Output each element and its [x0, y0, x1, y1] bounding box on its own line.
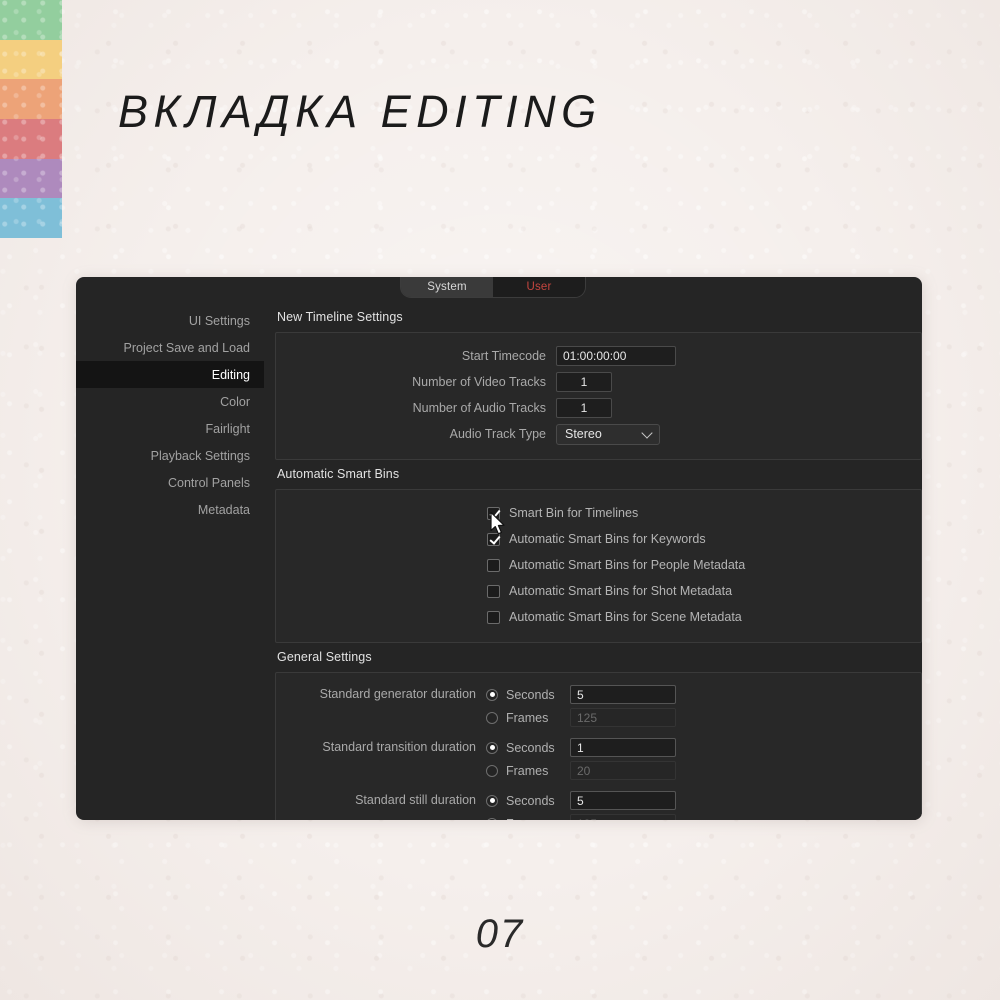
checkbox-unchecked-icon[interactable] [487, 584, 500, 598]
radio-frames-icon[interactable] [486, 711, 498, 724]
smart-bin-label: Smart Bin for Timelines [509, 506, 639, 520]
panel-general-settings: Standard generator duration Seconds 5 Frame… [275, 672, 922, 820]
row-video-tracks: Number of Video Tracks 1 [276, 369, 921, 395]
sidebar-item-ui-settings[interactable]: UI Settings [76, 307, 264, 334]
preferences-dialog: System User UI Settings Project Save and L… [76, 277, 922, 820]
rainbow-stripe-5 [0, 198, 62, 238]
smart-bin-label: Automatic Smart Bins for People Metadata [509, 558, 746, 572]
rainbow-corner-decoration [0, 0, 62, 238]
radio-seconds-selected-icon[interactable] [486, 794, 498, 807]
rainbow-stripe-0 [0, 0, 62, 40]
duration-label: Standard transition duration [322, 740, 476, 754]
sidebar-item-color[interactable]: Color [76, 388, 264, 415]
rainbow-stripe-1 [0, 39, 62, 80]
label-audio-tracks: Number of Audio Tracks [412, 401, 546, 415]
sidebar-item-fairlight[interactable]: Fairlight [76, 415, 264, 442]
duration-options: Seconds 1 Frames 20 [486, 736, 676, 782]
duration-group-2: Standard still duration Seconds 5 Frames125 [276, 789, 921, 820]
duration-option-seconds[interactable]: Seconds 5 [486, 683, 676, 706]
radio-label-frames: Frames [506, 763, 549, 778]
audio-tracks-input[interactable]: 1 [556, 398, 612, 418]
sidebar-item-label: Control Panels [168, 475, 250, 490]
checkbox-unchecked-icon[interactable] [487, 558, 500, 572]
checkbox-checked-icon[interactable] [487, 532, 500, 546]
sidebar-item-label: Editing [211, 367, 250, 382]
label-audio-track-type: Audio Track Type [449, 427, 546, 441]
duration-value-frames-input[interactable]: 20 [570, 761, 676, 780]
duration-value-frames-input[interactable]: 125 [570, 708, 676, 727]
label-video-tracks: Number of Video Tracks [412, 375, 546, 389]
duration-group-1: Standard transition duration Seconds 1 Fram… [276, 736, 921, 782]
sidebar-item-project-save-and-load[interactable]: Project Save and Load [76, 334, 264, 361]
smart-bin-row-1[interactable]: Automatic Smart Bins for Keywords [276, 526, 921, 552]
sidebar-item-label: Metadata [197, 502, 250, 517]
radio-seconds-selected-icon[interactable] [486, 688, 498, 701]
duration-option-frames[interactable]: Frames 20 [486, 759, 676, 782]
checkbox-checked-icon[interactable] [487, 506, 500, 520]
radio-frames-icon[interactable] [486, 817, 498, 820]
rainbow-stripe-4 [0, 158, 62, 199]
duration-value-seconds-input[interactable]: 5 [570, 791, 676, 810]
sidebar-item-editing[interactable]: Editing [76, 361, 264, 388]
smart-bin-label: Automatic Smart Bins for Shot Metadata [509, 584, 733, 598]
panel-smart-bins: Smart Bin for Timelines Automatic Smart B… [275, 489, 922, 643]
duration-label: Standard generator duration [319, 687, 476, 701]
radio-label-seconds: Seconds [506, 687, 555, 702]
sidebar-item-label: Color [220, 394, 250, 409]
section-header-smart-bins: Automatic Smart Bins [277, 467, 400, 481]
sidebar-item-label: Playback Settings [150, 448, 250, 463]
radio-label-seconds: Seconds [506, 793, 555, 808]
duration-option-frames[interactable]: Frames125 [486, 812, 676, 820]
radio-frames-icon[interactable] [486, 764, 498, 777]
tab-system[interactable]: System [401, 277, 493, 297]
rainbow-stripe-2 [0, 79, 62, 119]
row-audio-tracks: Number of Audio Tracks 1 [276, 395, 921, 421]
smart-bin-row-2[interactable]: Automatic Smart Bins for People Metadata [276, 552, 921, 578]
sidebar-item-label: Project Save and Load [123, 340, 250, 355]
smart-bin-label: Automatic Smart Bins for Keywords [509, 532, 706, 546]
duration-value-seconds-input[interactable]: 5 [570, 685, 676, 704]
row-start-timecode: Start Timecode 01:00:00:00 [276, 343, 921, 369]
duration-group-0: Standard generator duration Seconds 5 Frame… [276, 683, 921, 729]
radio-label-frames: Frames [506, 817, 570, 821]
page-title: ВКЛАДКА EDITING [118, 86, 602, 137]
duration-label: Standard still duration [355, 793, 476, 807]
sidebar-item-label: Fairlight [205, 421, 250, 436]
duration-value-seconds-input[interactable]: 1 [570, 738, 676, 757]
sidebar-item-metadata[interactable]: Metadata [76, 496, 264, 523]
radio-seconds-selected-icon[interactable] [486, 741, 498, 754]
duration-options: Seconds 5 Frames125 [486, 789, 676, 820]
start-timecode-input[interactable]: 01:00:00:00 [556, 346, 676, 366]
smart-bin-label: Automatic Smart Bins for Scene Metadata [509, 610, 742, 624]
tab-user[interactable]: User [493, 277, 585, 297]
duration-value-frames-input[interactable]: 125 [570, 814, 676, 820]
sidebar-item-label: UI Settings [188, 313, 250, 328]
audio-track-type-select[interactable]: Stereo [556, 423, 660, 445]
smart-bin-row-3[interactable]: Automatic Smart Bins for Shot Metadata [276, 578, 921, 604]
sidebar-item-playback-settings[interactable]: Playback Settings [76, 442, 264, 469]
duration-option-seconds[interactable]: Seconds 1 [486, 736, 676, 759]
checkbox-unchecked-icon[interactable] [487, 610, 500, 624]
audio-track-type-value: Stereo [565, 427, 602, 441]
row-audio-track-type: Audio Track Type Stereo [276, 421, 921, 447]
smart-bin-row-0[interactable]: Smart Bin for Timelines [276, 500, 921, 526]
chevron-down-icon [641, 427, 653, 439]
duration-option-frames[interactable]: Frames 125 [486, 706, 676, 729]
label-start-timecode: Start Timecode [461, 349, 546, 363]
panel-new-timeline: Start Timecode 01:00:00:00 Number of Vid… [275, 332, 922, 460]
rainbow-stripe-3 [0, 118, 62, 159]
duration-option-seconds[interactable]: Seconds 5 [486, 789, 676, 812]
radio-label-seconds: Seconds [506, 740, 555, 755]
smart-bin-row-4[interactable]: Automatic Smart Bins for Scene Metadata [276, 604, 921, 630]
section-header-general: General Settings [277, 650, 372, 664]
preferences-tab-strip: System User [400, 277, 586, 298]
radio-label-frames: Frames [506, 710, 549, 725]
page-number: 07 [475, 912, 525, 956]
video-tracks-input[interactable]: 1 [556, 372, 612, 392]
section-header-new-timeline: New Timeline Settings [277, 310, 403, 324]
preferences-content: New Timeline Settings Start Timecode 01:… [275, 303, 922, 820]
sidebar-item-control-panels[interactable]: Control Panels [76, 469, 264, 496]
duration-options: Seconds 5 Frames 125 [486, 683, 676, 729]
preferences-sidebar: UI Settings Project Save and Load Editing C… [76, 303, 264, 523]
